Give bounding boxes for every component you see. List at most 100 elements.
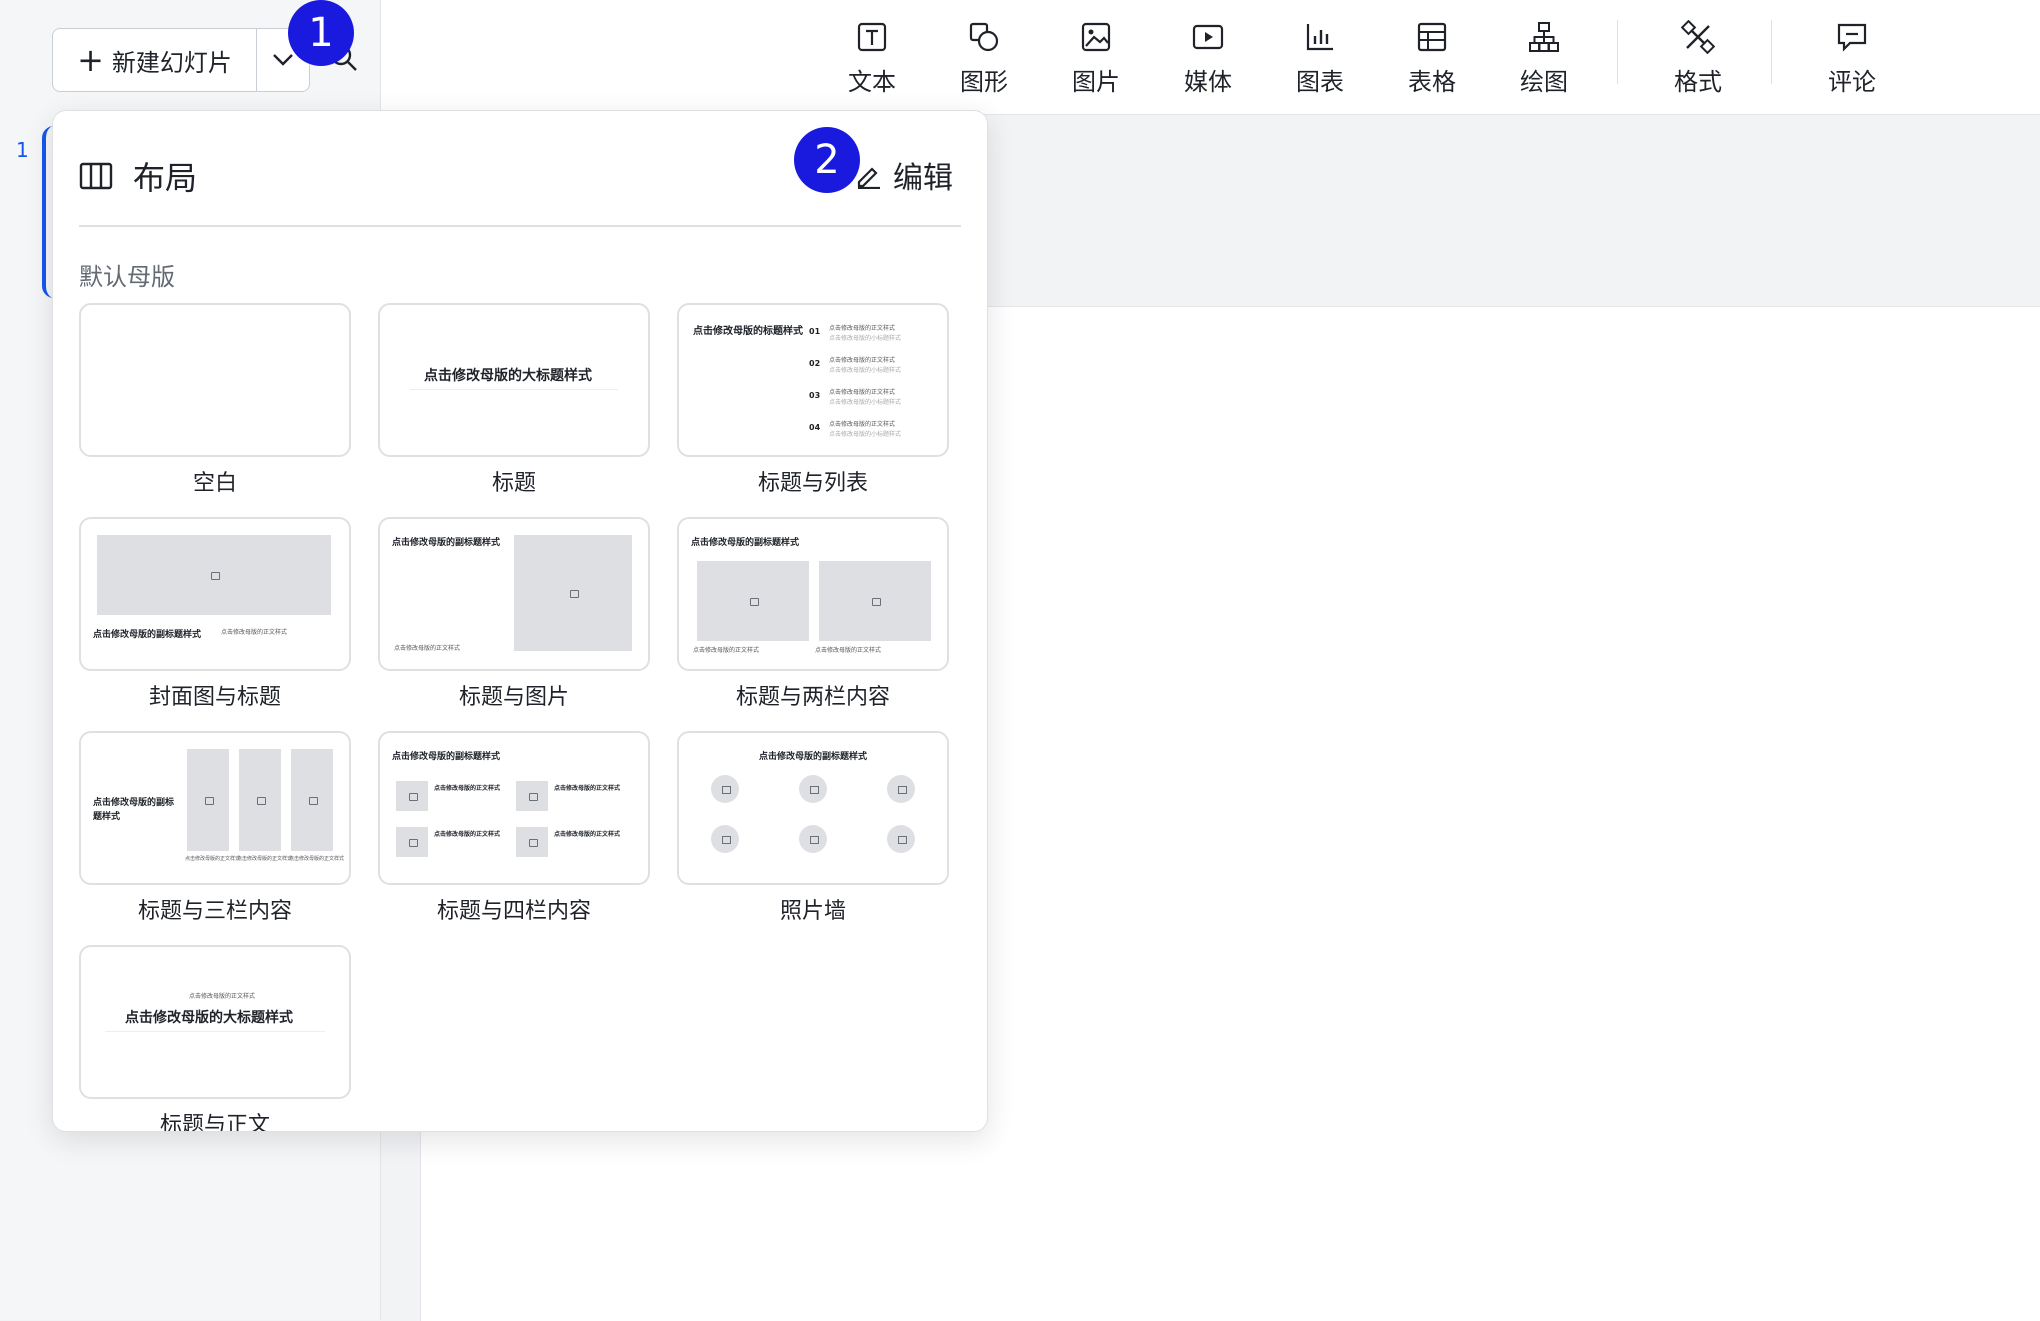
- thumb-text: 点击修改母版的小标题样式: [829, 335, 902, 342]
- divider: [79, 225, 961, 227]
- chart-icon: [1306, 24, 1333, 51]
- layout-name: 空白: [192, 471, 237, 496]
- image-placeholder: [187, 749, 229, 851]
- image-placeholder: [711, 825, 739, 853]
- thumb-body: 点击修改母版的正文样式: [815, 647, 882, 654]
- image-placeholder: [697, 561, 809, 641]
- new-slide-split-button: + 新建幻灯片: [52, 28, 310, 92]
- layout-thumbnail: 点击修改母版的正文样式 点击修改母版的大标题样式: [79, 945, 351, 1099]
- image-placeholder: [799, 825, 827, 853]
- layout-item-blank[interactable]: 空白: [79, 303, 351, 497]
- layout-dropdown-panel: 布局 编辑 默认母版 空白 点击修改母版的大标题样式 标题 点击修改母版的标题样…: [52, 110, 988, 1132]
- layout-item-title-four-column[interactable]: 点击修改母版的副标题样式 点击修改母版的正文样式 点击修改母版的正文样式 点击修…: [378, 731, 650, 925]
- image-placeholder: [396, 781, 428, 811]
- step-badge-2: 2: [794, 127, 860, 193]
- new-slide-button[interactable]: + 新建幻灯片: [53, 29, 257, 91]
- layout-item-title-image[interactable]: 点击修改母版的副标题样式 点击修改母版的正文样式 标题与图片: [378, 517, 650, 711]
- toolbar-label: 评论: [1828, 68, 1876, 96]
- image-placeholder: [514, 535, 632, 651]
- thumb-text: 点击修改母版的小标题样式: [829, 431, 902, 438]
- layout-item-title-list[interactable]: 点击修改母版的标题样式 01 点击修改母版的正文样式 点击修改母版的小标题样式 …: [677, 303, 949, 497]
- edit-layout-button[interactable]: 编辑: [855, 153, 953, 197]
- toolbar-shape-button[interactable]: 图形: [939, 20, 1029, 100]
- image-placeholder: [516, 827, 548, 857]
- thumb-num: 02: [809, 359, 821, 368]
- image-icon: [1081, 22, 1111, 52]
- layout-name: 封面图与标题: [148, 685, 281, 710]
- media-icon: [1192, 24, 1224, 50]
- toolbar-table-button[interactable]: 表格: [1387, 20, 1477, 100]
- layout-name: 标题与列表: [757, 471, 868, 496]
- image-placeholder: [97, 535, 331, 615]
- toolbar-comment-button[interactable]: 评论: [1807, 20, 1897, 100]
- text-icon: [857, 22, 887, 52]
- image-placeholder: [291, 749, 333, 851]
- thumb-subtitle: 点击修改母版的副标题样式: [759, 752, 868, 762]
- layout-group-label: 默认母版: [79, 263, 175, 291]
- layout-thumbnail: [79, 303, 351, 457]
- comment-icon: [1837, 23, 1867, 52]
- thumb-subtitle: 点击修改母版的副标题样式: [691, 538, 800, 548]
- layout-thumbnail: 点击修改母版的副标题样式 点击修改母版的正文样式: [79, 517, 351, 671]
- thumb-subtitle-a: 点击修改母版的副标: [93, 798, 175, 808]
- thumb-body: 点击修改母版的正文样式: [434, 785, 501, 792]
- toolbar-media-button[interactable]: 媒体: [1163, 20, 1253, 100]
- toolbar-diagram-button[interactable]: 绘图: [1499, 20, 1589, 100]
- toolbar-label: 格式: [1674, 68, 1722, 96]
- toolbar-image-button[interactable]: 图片: [1051, 20, 1141, 100]
- thumb-text: 点击修改母版的正文样式: [829, 421, 896, 428]
- toolbar-label: 图片: [1072, 68, 1120, 96]
- layout-icon: [79, 162, 113, 190]
- layout-name: 标题与正文: [159, 1113, 270, 1132]
- thumb-body: 点击修改母版的正文样式: [185, 856, 241, 862]
- thumb-title: 点击修改母版的标题样式: [693, 326, 803, 337]
- thumb-body: 点击修改母版的正文样式: [693, 647, 760, 654]
- toolbar-separator: [1771, 20, 1772, 84]
- thumb-body: 点击修改母版的正文样式: [554, 785, 621, 792]
- slide-number: 1: [16, 138, 29, 162]
- layout-name: 标题与两栏内容: [735, 685, 890, 710]
- new-slide-label: 新建幻灯片: [111, 48, 232, 77]
- diagram-icon: [1529, 22, 1559, 52]
- layout-item-title-body[interactable]: 点击修改母版的正文样式 点击修改母版的大标题样式 标题与正文: [79, 945, 351, 1132]
- plus-icon: +: [77, 41, 104, 79]
- image-placeholder: [516, 781, 548, 811]
- toolbar-label: 图形: [960, 68, 1008, 96]
- layout-thumbnail: 点击修改母版的副标题样式 点击修改母版的正文样式 点击修改母版的正文样式 点击修…: [378, 731, 650, 885]
- thumb-big-title: 点击修改母版的大标题样式: [424, 368, 592, 384]
- thumb-body: 点击修改母版的正文样式: [237, 856, 293, 862]
- layout-thumbnail: 点击修改母版的副标题样式 点击修改母版的正文样式: [378, 517, 650, 671]
- image-placeholder: [711, 775, 739, 803]
- toolbar-format-button[interactable]: 格式: [1653, 20, 1743, 100]
- insert-toolbar: 文本 图形 图片 媒体 图表 表格 绘图 格式 评论: [381, 0, 2040, 115]
- table-icon: [1417, 22, 1447, 52]
- format-icon: [1681, 20, 1715, 54]
- thumb-line: [105, 1031, 325, 1032]
- toolbar-separator: [1617, 20, 1618, 84]
- thumb-body: 点击修改母版的正文样式: [221, 629, 288, 636]
- toolbar-chart-button[interactable]: 图表: [1275, 20, 1365, 100]
- layout-thumbnail: 点击修改母版的副标题样式 点击修改母版的正文样式 点击修改母版的正文样式: [677, 517, 949, 671]
- layout-name: 标题与图片: [458, 685, 569, 710]
- toolbar-label: 绘图: [1520, 68, 1568, 96]
- shape-icon: [969, 22, 999, 52]
- layout-item-photo-wall[interactable]: 点击修改母版的副标题样式 照片墙: [677, 731, 949, 925]
- layout-thumbnail: 点击修改母版的副标题样式: [677, 731, 949, 885]
- layout-item-title-two-column[interactable]: 点击修改母版的副标题样式 点击修改母版的正文样式 点击修改母版的正文样式 标题与…: [677, 517, 949, 711]
- toolbar-text-button[interactable]: 文本: [827, 20, 917, 100]
- chevron-down-icon: [273, 54, 293, 66]
- thumb-body: 点击修改母版的正文样式: [394, 645, 461, 652]
- thumb-line: [410, 389, 618, 390]
- toolbar-label: 图表: [1296, 68, 1344, 96]
- image-placeholder: [396, 827, 428, 857]
- layout-item-title[interactable]: 点击修改母版的大标题样式 标题: [378, 303, 650, 497]
- thumb-text: 点击修改母版的正文样式: [829, 389, 896, 396]
- thumb-subtitle: 点击修改母版的副标题样式: [93, 630, 202, 640]
- layout-item-title-three-column[interactable]: 点击修改母版的副标 题样式 点击修改母版的正文样式 点击修改母版的正文样式 点击…: [79, 731, 351, 925]
- layout-item-cover-title[interactable]: 点击修改母版的副标题样式 点击修改母版的正文样式 封面图与标题: [79, 517, 351, 711]
- image-placeholder: [887, 825, 915, 853]
- layout-thumbnail: 点击修改母版的大标题样式: [378, 303, 650, 457]
- layout-panel-title: 布局: [133, 159, 198, 197]
- image-placeholder: [239, 749, 281, 851]
- thumb-text: 点击修改母版的正文样式: [829, 357, 896, 364]
